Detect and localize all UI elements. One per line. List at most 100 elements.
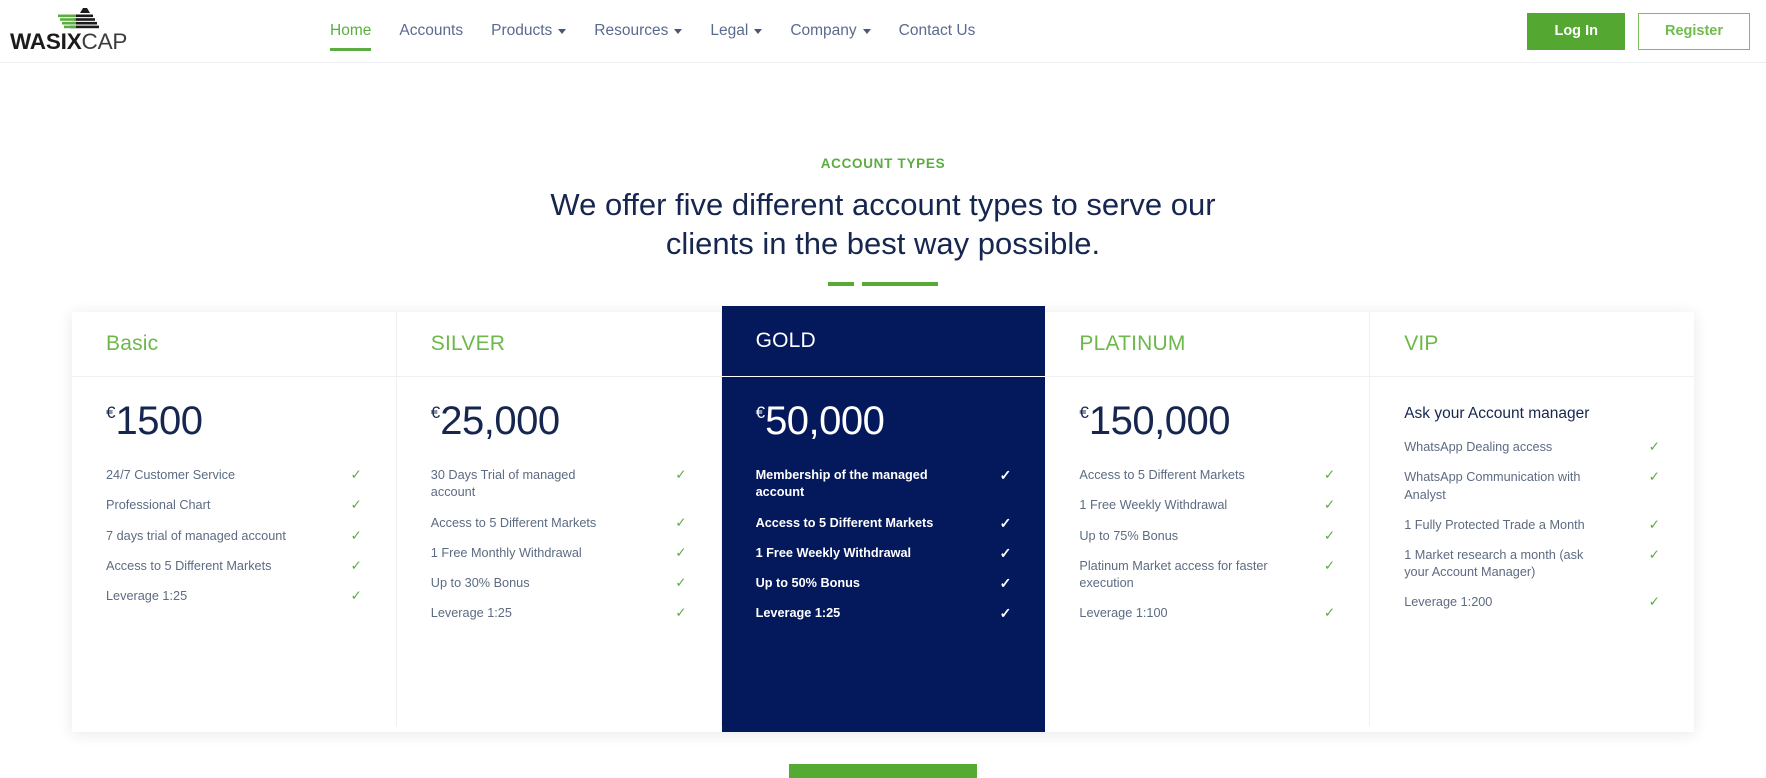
pricing-card-title: Basic [106,331,159,355]
pricing-table: Basic €1500 24/7 Customer Service ✓ Profe… [72,305,1694,732]
check-icon: ✓ [675,544,687,560]
learn-more-button[interactable]: Learn more [788,763,978,778]
pricing-card-header: VIP [1370,312,1694,377]
divider-segment-long [862,281,938,286]
register-button[interactable]: Register [1637,13,1750,50]
feature-label: Access to 5 Different Markets [755,515,934,530]
list-item: Access to 5 Different Markets ✓ [431,508,687,538]
feature-label: Leverage 1:25 [755,605,841,620]
pricing-card-title: PLATINUM [1079,331,1186,355]
site-header: WASIXCAP Home Accounts Products Resource… [0,0,1766,63]
price-amount: 25,000 [440,398,560,443]
list-item: WhatsApp Dealing access ✓ [1404,433,1660,463]
nav-item-products[interactable]: Products [477,0,580,63]
page-title-line-1: We offer five different account types to… [550,187,1216,222]
feature-label: 1 Free Monthly Withdrawal [430,545,582,560]
section-eyebrow: ACCOUNT TYPES [820,156,946,171]
check-icon: ✓ [1323,497,1336,513]
check-icon: ✓ [350,467,362,483]
list-item: Platinum Market access for faster execut… [1079,551,1335,598]
nav-item-legal[interactable]: Legal [696,0,776,63]
list-item: Leverage 1:100 ✓ [1079,598,1335,628]
pricing-card-basic[interactable]: Basic €1500 24/7 Customer Service ✓ Profe… [72,311,397,726]
pricing-card-body: Ask your Account manager WhatsApp Dealin… [1370,377,1694,618]
cta-section: Learn more [0,763,1766,778]
section-heading: ACCOUNT TYPES We offer five different ac… [0,63,1766,286]
list-item: Membership of the managed account ✓ [756,461,1012,508]
feature-list: Access to 5 Different Markets ✓ 1 Free We… [1079,461,1335,629]
list-item: Leverage 1:25 ✓ [756,598,1012,628]
logo-wordmark-bold: WASIX [10,29,82,55]
pricing-card-title: GOLD [755,328,816,352]
check-icon: ✓ [1648,439,1660,455]
pricing-card-body: €1500 24/7 Customer Service ✓ Professiona… [72,377,396,612]
nav-item-accounts[interactable]: Accounts [385,0,477,63]
list-item: 1 Free Weekly Withdrawal ✓ [756,538,1012,568]
list-item: 7 days trial of managed account ✓ [106,521,362,551]
check-icon: ✓ [1648,469,1660,485]
list-item: Access to 5 Different Markets ✓ [106,551,362,581]
pricing-card-silver[interactable]: SILVER €25,000 30 Days Trial of managed … [396,311,722,726]
pricing-card-price: €25,000 [431,401,687,441]
currency-symbol: € [430,402,441,422]
price-amount: 150,000 [1088,398,1231,443]
nav-item-resources[interactable]: Resources [580,0,696,63]
currency-symbol: € [1079,402,1089,422]
pricing-card-title: VIP [1404,331,1439,355]
list-item: 24/7 Customer Service ✓ [106,461,362,491]
feature-label: Access to 5 Different Markets [430,515,597,530]
list-item: Up to 50% Bonus ✓ [756,568,1012,598]
feature-label: 1 Market research a month (ask your Acco… [1404,547,1584,579]
nav-item-company[interactable]: Company [776,0,884,63]
nav-item-contact-us[interactable]: Contact Us [885,0,990,63]
feature-label: Access to 5 Different Markets [1079,468,1245,483]
feature-list: WhatsApp Dealing access ✓ WhatsApp Commun… [1404,433,1660,618]
currency-symbol: € [755,402,766,422]
check-icon: ✓ [999,604,1012,621]
check-icon: ✓ [350,527,362,543]
feature-label: Leverage 1:25 [106,588,188,603]
pricing-card-vip[interactable]: VIP Ask your Account manager WhatsApp De… [1370,311,1694,726]
pricing-card-price: €150,000 [1079,401,1335,441]
check-icon: ✓ [675,514,687,530]
check-icon: ✓ [675,467,687,483]
pricing-card-platinum[interactable]: PLATINUM €150,000 Access to 5 Different … [1045,311,1371,726]
list-item: WhatsApp Communication with Analyst ✓ [1404,463,1660,510]
pricing-card-title: SILVER [430,331,506,355]
pricing-card-header: SILVER [396,312,721,377]
feature-label: 1 Fully Protected Trade a Month [1404,517,1585,532]
chevron-down-icon [754,28,763,34]
chevron-down-icon [558,28,567,34]
feature-list: 30 Days Trial of managed account ✓ Access… [431,461,687,629]
feature-label: 1 Free Weekly Withdrawal [1079,498,1228,513]
check-icon: ✓ [1648,594,1660,610]
feature-label: Up to 30% Bonus [430,575,530,590]
pricing-card-header: GOLD [721,306,1046,377]
feature-label: Platinum Market access for faster execut… [1079,558,1268,590]
feature-label: Up to 50% Bonus [755,575,860,590]
check-icon: ✓ [675,604,687,620]
nav-item-contact-us-label: Contact Us [898,22,976,39]
main-navigation: Home Accounts Products Resources Legal C… [316,0,989,63]
pricing-card-gold[interactable]: GOLD €50,000 Membership of the managed a… [721,305,1046,732]
check-icon: ✓ [999,467,1012,484]
logo[interactable]: WASIXCAP [8,8,168,54]
nav-item-home[interactable]: Home [316,0,385,63]
check-icon: ✓ [1648,516,1660,532]
feature-label: Leverage 1:200 [1404,595,1493,610]
feature-label: 30 Days Trial of managed account [430,468,576,500]
nav-item-company-label: Company [790,22,857,39]
nav-item-resources-label: Resources [594,22,669,39]
chevron-down-icon [674,28,683,34]
login-button[interactable]: Log In [1527,13,1625,50]
pricing-card-price: €50,000 [756,401,1012,441]
check-icon: ✓ [1323,527,1336,543]
pricing-card-body: €150,000 Access to 5 Different Markets ✓ … [1045,377,1369,629]
check-icon: ✓ [1323,467,1336,483]
check-icon: ✓ [1648,546,1660,562]
list-item: Up to 30% Bonus ✓ [431,568,687,598]
divider-segment-short [828,281,854,286]
list-item: 1 Free Weekly Withdrawal ✓ [1079,491,1335,521]
list-item: 30 Days Trial of managed account ✓ [431,461,687,508]
check-icon: ✓ [1323,604,1336,620]
